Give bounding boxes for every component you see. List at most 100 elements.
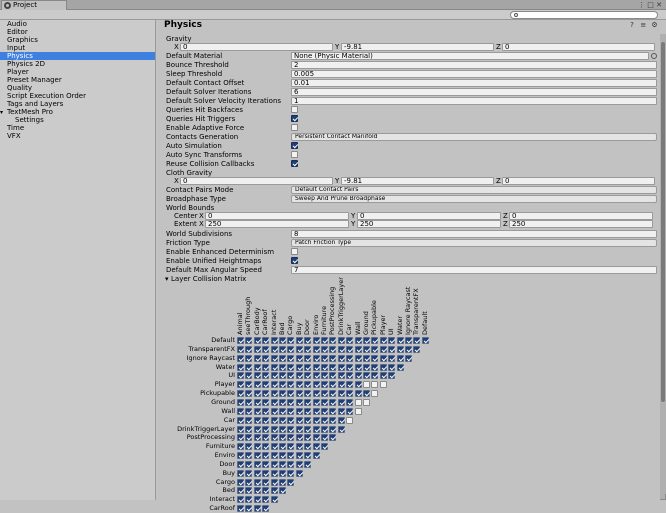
collision-checkbox[interactable] — [253, 452, 261, 460]
collision-checkbox[interactable] — [304, 452, 312, 460]
collision-checkbox[interactable] — [237, 452, 244, 460]
collision-checkbox[interactable] — [245, 345, 253, 353]
collision-checkbox[interactable] — [245, 487, 253, 495]
collision-checkbox[interactable] — [253, 434, 261, 442]
help-icon[interactable]: ? — [629, 22, 636, 29]
collision-checkbox[interactable] — [245, 381, 253, 389]
collision-checkbox[interactable] — [312, 416, 320, 424]
collision-checkbox[interactable] — [245, 460, 253, 468]
collision-checkbox[interactable] — [354, 363, 362, 371]
bounce-threshold-field[interactable]: 2 — [291, 61, 657, 69]
collision-checkbox[interactable] — [245, 425, 253, 433]
enable-enhanced-determinism-checkbox[interactable] — [291, 248, 298, 255]
collision-checkbox[interactable] — [253, 390, 261, 398]
collision-checkbox[interactable] — [262, 363, 270, 371]
tab-project-settings[interactable]: Project Settings — [1, 0, 67, 18]
gravity-z-field[interactable]: 0 — [502, 43, 655, 51]
collision-checkbox[interactable] — [321, 416, 328, 424]
collision-checkbox[interactable] — [363, 398, 370, 406]
collision-checkbox[interactable] — [237, 443, 244, 451]
auto-simulation-checkbox[interactable] — [291, 142, 298, 149]
collision-checkbox[interactable] — [262, 345, 270, 353]
collision-checkbox[interactable] — [329, 372, 337, 380]
sidebar-item-settings[interactable]: Settings — [0, 116, 155, 124]
world-subdivisions-field[interactable]: 8 — [291, 230, 657, 238]
collision-checkbox[interactable] — [295, 337, 303, 344]
collision-checkbox[interactable] — [295, 443, 303, 451]
cloth-gravity-x-field[interactable]: 0 — [180, 177, 333, 185]
reuse-collision-callbacks-checkbox[interactable] — [291, 160, 298, 167]
collision-checkbox[interactable] — [237, 505, 244, 513]
collision-checkbox[interactable] — [245, 469, 253, 477]
collision-checkbox[interactable] — [346, 381, 354, 389]
collision-checkbox[interactable] — [253, 372, 261, 380]
collision-checkbox[interactable] — [237, 434, 244, 442]
collision-checkbox[interactable] — [245, 337, 253, 344]
collision-checkbox[interactable] — [270, 337, 278, 344]
collision-checkbox[interactable] — [295, 372, 303, 380]
collision-checkbox[interactable] — [253, 416, 261, 424]
collision-checkbox[interactable] — [363, 345, 370, 353]
collision-checkbox[interactable] — [295, 345, 303, 353]
collision-checkbox[interactable] — [279, 478, 286, 486]
collision-checkbox[interactable] — [262, 434, 270, 442]
collision-checkbox[interactable] — [270, 452, 278, 460]
sleep-threshold-field[interactable]: 0.005 — [291, 70, 657, 78]
collision-checkbox[interactable] — [304, 345, 312, 353]
collision-checkbox[interactable] — [245, 416, 253, 424]
collision-checkbox[interactable] — [312, 390, 320, 398]
collision-checkbox[interactable] — [253, 478, 261, 486]
sidebar-item-time[interactable]: Time — [0, 124, 155, 132]
collision-checkbox[interactable] — [405, 337, 412, 344]
collision-checkbox[interactable] — [245, 505, 253, 513]
collision-checkbox[interactable] — [329, 407, 337, 415]
collision-checkbox[interactable] — [253, 469, 261, 477]
collision-checkbox[interactable] — [270, 381, 278, 389]
collision-checkbox[interactable] — [379, 363, 387, 371]
friction-type-dropdown[interactable]: Patch Friction Type — [291, 239, 657, 247]
collision-checkbox[interactable] — [312, 381, 320, 389]
broadphase-type-dropdown[interactable]: Sweep And Prune Broadphase — [291, 195, 657, 203]
collision-checkbox[interactable] — [329, 434, 337, 442]
collision-checkbox[interactable] — [363, 354, 370, 362]
collision-checkbox[interactable] — [321, 407, 328, 415]
contacts-generation-dropdown[interactable]: Persistent Contact Manifold — [291, 133, 657, 141]
collision-checkbox[interactable] — [295, 416, 303, 424]
collision-checkbox[interactable] — [312, 407, 320, 415]
collision-checkbox[interactable] — [262, 460, 270, 468]
collision-checkbox[interactable] — [262, 505, 270, 513]
contact-pairs-mode-dropdown[interactable]: Default Contact Pairs — [291, 186, 657, 194]
collision-checkbox[interactable] — [354, 354, 362, 362]
collision-checkbox[interactable] — [337, 337, 345, 344]
collision-checkbox[interactable] — [287, 337, 295, 344]
collision-checkbox[interactable] — [321, 434, 328, 442]
collision-checkbox[interactable] — [270, 398, 278, 406]
collision-checkbox[interactable] — [312, 398, 320, 406]
collision-checkbox[interactable] — [337, 398, 345, 406]
collision-checkbox[interactable] — [295, 434, 303, 442]
collision-checkbox[interactable] — [279, 363, 286, 371]
search-input[interactable] — [510, 11, 658, 19]
sidebar-item-vfx[interactable]: VFX — [0, 132, 155, 140]
collision-checkbox[interactable] — [253, 398, 261, 406]
sidebar-item-graphics[interactable]: Graphics — [0, 36, 155, 44]
collision-checkbox[interactable] — [295, 407, 303, 415]
collision-checkbox[interactable] — [287, 398, 295, 406]
sidebar-item-tags-and-layers[interactable]: Tags and Layers — [0, 100, 155, 108]
auto-sync-transforms-checkbox[interactable] — [291, 151, 298, 158]
collision-checkbox[interactable] — [287, 416, 295, 424]
collision-checkbox[interactable] — [279, 398, 286, 406]
collision-checkbox[interactable] — [388, 345, 396, 353]
collision-checkbox[interactable] — [329, 398, 337, 406]
extent-y-field[interactable]: 250 — [357, 220, 501, 228]
collision-checkbox[interactable] — [329, 354, 337, 362]
collision-checkbox[interactable] — [253, 425, 261, 433]
collision-checkbox[interactable] — [262, 390, 270, 398]
collision-checkbox[interactable] — [304, 460, 312, 468]
collision-checkbox[interactable] — [379, 345, 387, 353]
collision-checkbox[interactable] — [363, 337, 370, 344]
collision-checkbox[interactable] — [388, 372, 396, 380]
sidebar-item-script-execution-order[interactable]: Script Execution Order — [0, 92, 155, 100]
collision-checkbox[interactable] — [405, 354, 412, 362]
collision-checkbox[interactable] — [388, 354, 396, 362]
